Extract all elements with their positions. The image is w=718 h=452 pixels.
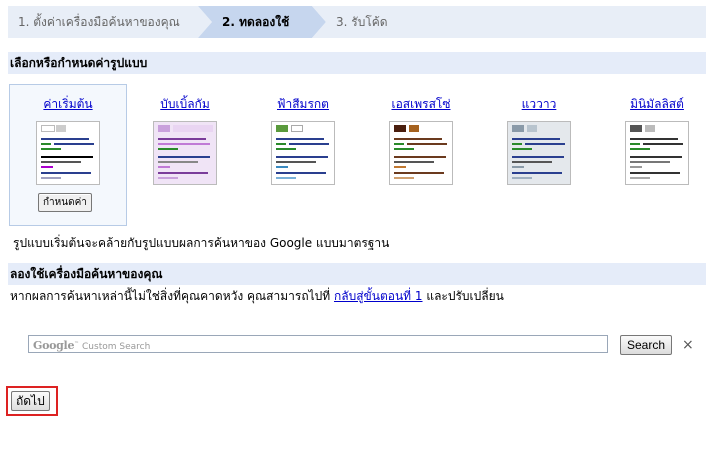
theme-section-title: เลือกหรือกำหนดค่ารูปแบบ — [10, 56, 148, 70]
theme-default[interactable]: ค่าเริ่มต้น กำหนดค่า — [9, 84, 127, 226]
try-section-header: ลองใช้เครื่องมือค้นหาของคุณ — [8, 263, 706, 285]
theme-bubblegum-thumbnail[interactable] — [153, 121, 217, 185]
wizard-steps: 1. ตั้งค่าเครื่องมือค้นหาของคุณ 2. ทดลอง… — [8, 6, 706, 38]
clear-search-icon[interactable]: × — [682, 337, 694, 353]
theme-espresso[interactable]: เอสเพรสโซ่ — [363, 85, 479, 225]
theme-bubblegum[interactable]: บับเบิ้ลกัม — [127, 85, 243, 225]
theme-section-header: เลือกหรือกำหนดค่ารูปแบบ — [8, 52, 706, 74]
next-button-highlight: ถัดไป — [6, 386, 58, 416]
theme-shiny-link[interactable]: แววาว — [481, 96, 597, 112]
try-text-after: และปรับเปลี่ยน — [422, 289, 504, 303]
next-button[interactable]: ถัดไป — [11, 391, 50, 411]
try-text-before: หากผลการค้นหาเหล่านี้ไม่ใช่สิ่งที่คุณคาด… — [10, 289, 334, 303]
theme-shiny-thumbnail[interactable] — [507, 121, 571, 185]
google-tm: ™ — [74, 341, 80, 347]
theme-espresso-link[interactable]: เอสเพรสโซ่ — [363, 96, 479, 112]
theme-bubblegum-link[interactable]: บับเบิ้ลกัม — [127, 96, 243, 112]
back-to-step-1-link[interactable]: กลับสู่ขั้นตอนที่ 1 — [334, 289, 423, 303]
theme-description: รูปแบบเริ่มต้นจะคล้ายกับรูปแบบผลการค้นหา… — [13, 236, 390, 250]
theme-emerald-sky-link[interactable]: ฟ้าสีมรกต — [245, 96, 361, 112]
theme-emerald-sky-thumbnail[interactable] — [271, 121, 335, 185]
search-input[interactable]: Google™ Custom Search — [28, 335, 608, 353]
theme-espresso-thumbnail[interactable] — [389, 121, 453, 185]
step-3-get-code: 3. รับโค้ด — [336, 15, 388, 29]
customize-button[interactable]: กำหนดค่า — [38, 193, 92, 212]
step-1-setup[interactable]: 1. ตั้งค่าเครื่องมือค้นหาของคุณ — [18, 6, 180, 38]
theme-minimalist-link[interactable]: มินิมัลลิสต์ — [599, 96, 715, 112]
try-section-text: หากผลการค้นหาเหล่านี้ไม่ใช่สิ่งที่คุณคาด… — [10, 287, 504, 306]
step-2-try-it: 2. ทดลองใช้ — [222, 15, 290, 29]
search-button[interactable]: Search — [620, 335, 673, 355]
theme-shiny[interactable]: แววาว — [481, 85, 597, 225]
theme-default-link[interactable]: ค่าเริ่มต้น — [10, 96, 126, 112]
theme-minimalist-thumbnail[interactable] — [625, 121, 689, 185]
theme-emerald-sky[interactable]: ฟ้าสีมรกต — [245, 85, 361, 225]
theme-default-thumbnail[interactable] — [36, 121, 100, 185]
search-placeholder: Custom Search — [82, 342, 151, 352]
google-watermark: Google — [33, 339, 75, 352]
theme-minimalist[interactable]: มินิมัลลิสต์ — [599, 85, 715, 225]
try-section-title: ลองใช้เครื่องมือค้นหาของคุณ — [10, 267, 163, 281]
